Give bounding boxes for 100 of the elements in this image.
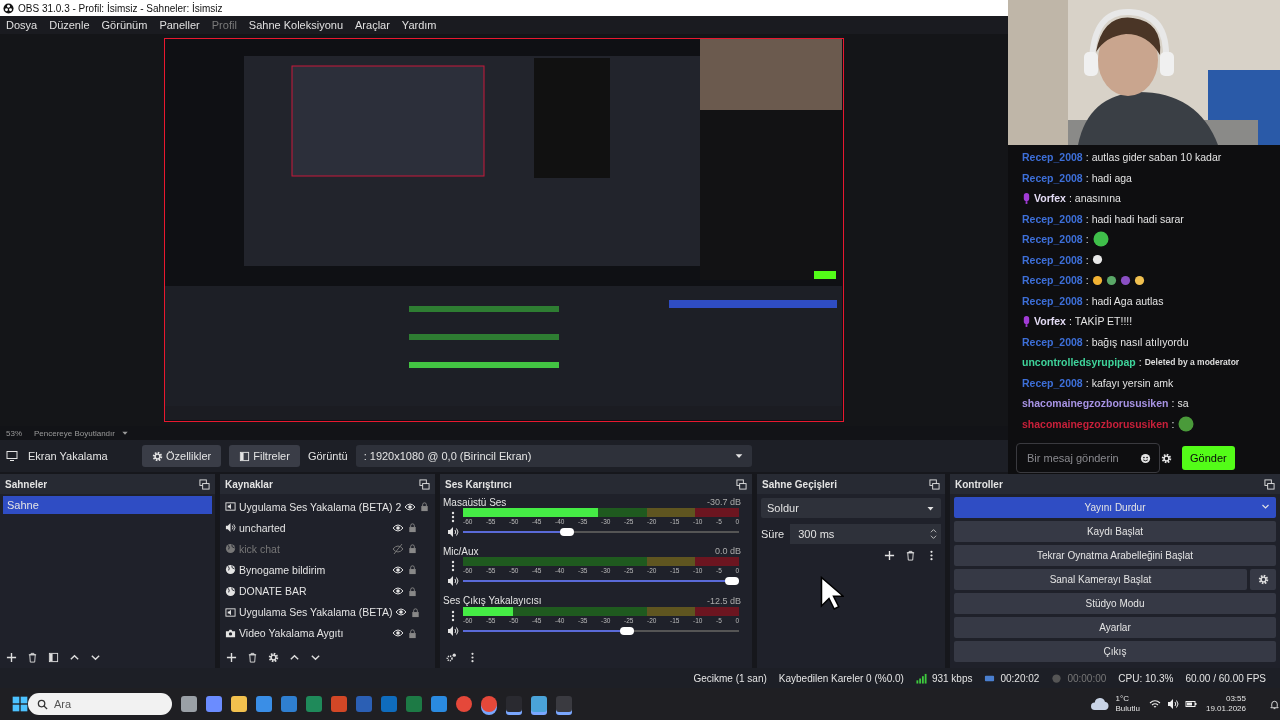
menu-item[interactable]: Yardım [395, 19, 443, 31]
camera-icon [225, 627, 236, 639]
lock-icon[interactable] [419, 501, 431, 513]
deleted-notice: Deleted by a moderator [1144, 357, 1240, 368]
undock-icon[interactable] [1264, 478, 1275, 490]
control-button[interactable]: Ayarlar [954, 617, 1276, 638]
slider-thumb[interactable] [620, 626, 635, 635]
chat-username[interactable]: Recep_2008 [1022, 376, 1083, 389]
menu-item[interactable]: Düzenle [43, 19, 96, 31]
trash-icon[interactable] [247, 651, 258, 663]
notification-icon[interactable] [1269, 698, 1280, 710]
volume-slider[interactable] [463, 625, 739, 636]
search-field[interactable]: Ara [28, 693, 172, 715]
transition-dropdown[interactable]: Soldur [761, 498, 941, 518]
record-icon [1051, 672, 1063, 684]
scale-mode-label[interactable]: Pencereye Boyutlandır [34, 428, 115, 438]
source-item[interactable]: Video Yakalama Aygıtı [239, 627, 389, 640]
add-icon[interactable] [6, 651, 17, 663]
spin-arrows-icon[interactable] [930, 528, 937, 540]
source-item[interactable]: DONATE BAR [239, 585, 389, 598]
battery-icon[interactable] [1184, 698, 1197, 710]
settings-button[interactable] [1250, 569, 1276, 590]
taskbar-app-icon[interactable] [481, 696, 497, 712]
chat-username[interactable]: Vorfex [1034, 192, 1066, 205]
control-button[interactable]: Kaydı Başlat [954, 521, 1276, 542]
eye-icon[interactable] [392, 521, 404, 534]
taskbar-app-icon[interactable] [456, 696, 472, 712]
source-item[interactable]: Uygulama Ses Yakalama (BETA) [239, 606, 393, 619]
slider-thumb[interactable] [559, 528, 574, 536]
menu-item[interactable]: Paneller [153, 19, 206, 31]
settings-icon[interactable] [1161, 452, 1172, 464]
source-item[interactable]: Bynogame bildirim [239, 564, 389, 576]
send-button[interactable]: Gönder [1182, 446, 1235, 470]
duration-field[interactable]: 300 ms [790, 524, 941, 544]
properties-button[interactable]: Özellikler [142, 445, 222, 467]
control-button[interactable]: Stüdyo Modu [954, 593, 1276, 614]
chat-username[interactable]: shacomainegzozborususiken [1022, 397, 1169, 410]
audio-settings-icon[interactable] [446, 651, 457, 663]
control-button[interactable]: Yayını Durdur [954, 497, 1276, 518]
chat-message: anasınına [1074, 192, 1121, 205]
gear-icon[interactable] [268, 651, 279, 663]
menu-item[interactable]: Sahne Koleksiyonu [242, 19, 349, 31]
undock-icon[interactable] [736, 478, 747, 490]
trash-icon[interactable] [27, 651, 38, 663]
message-field[interactable]: Bir mesaj gönderin [1016, 443, 1160, 473]
chat-username[interactable]: Recep_2008 [1022, 335, 1083, 348]
undock-icon[interactable] [199, 478, 210, 490]
speaker-icon[interactable] [1166, 698, 1179, 710]
source-item[interactable]: uncharted [239, 521, 389, 534]
control-button[interactable]: Çıkış [954, 641, 1276, 662]
colon: : [1085, 274, 1089, 287]
menu-item[interactable]: Dosya [0, 19, 44, 31]
chat-username[interactable]: Recep_2008 [1022, 212, 1083, 225]
chat-username[interactable]: Recep_2008 [1022, 253, 1083, 266]
add-icon[interactable] [226, 651, 237, 663]
filter-icon[interactable] [48, 651, 59, 663]
speaker-icon[interactable] [447, 624, 459, 637]
wifi-icon[interactable] [1148, 698, 1161, 710]
eye-icon[interactable] [392, 564, 404, 576]
caret-icon[interactable] [120, 429, 129, 437]
chat-username[interactable]: Vorfex [1034, 315, 1066, 328]
undock-icon[interactable] [419, 478, 430, 490]
chat-username[interactable]: Recep_2008 [1022, 233, 1083, 246]
start-icon[interactable] [12, 696, 28, 712]
duration-label: Süre [761, 528, 785, 540]
clock-time: 03:55 [1225, 694, 1246, 704]
chat-username[interactable]: uncontrolledsyrupipap [1022, 356, 1136, 369]
source-item[interactable]: kick chat [239, 542, 389, 555]
slider-thumb[interactable] [725, 577, 739, 586]
lock-icon[interactable] [407, 564, 418, 576]
filters-button[interactable]: Filtreler [229, 445, 300, 467]
lock-icon[interactable] [407, 522, 418, 534]
add-icon[interactable] [884, 550, 895, 561]
caret-icon [733, 451, 744, 461]
chat-username[interactable]: Recep_2008 [1022, 171, 1083, 184]
chat-username[interactable]: Recep_2008 [1022, 151, 1083, 164]
undock-icon[interactable] [929, 478, 940, 490]
speaker-icon[interactable] [447, 575, 459, 588]
volume-slider[interactable] [463, 576, 739, 587]
scene-item[interactable]: Sahne [3, 496, 212, 514]
lock-icon[interactable] [407, 627, 418, 639]
chat-username[interactable]: Recep_2008 [1022, 294, 1083, 307]
eye-icon[interactable] [404, 500, 417, 513]
trash-icon[interactable] [905, 550, 916, 561]
control-button[interactable]: Tekrar Oynatma Arabelleğini Başlat [954, 545, 1276, 566]
source-item[interactable]: Uygulama Ses Yakalama (BETA) 2 [239, 500, 402, 513]
status-text: Kaybedilen Kareler 0 (%0.0) [778, 672, 904, 684]
lock-icon[interactable] [407, 585, 418, 597]
chevron-icon[interactable] [1261, 502, 1270, 511]
menu-item[interactable]: Görünüm [95, 19, 154, 31]
lock-icon[interactable] [407, 543, 418, 555]
control-button[interactable]: Sanal Kamerayı Başlat [954, 569, 1247, 590]
colon: : [1068, 192, 1072, 205]
chat-username[interactable]: Recep_2008 [1022, 274, 1083, 287]
volume-slider[interactable] [463, 527, 739, 537]
speaker-icon[interactable] [447, 526, 459, 538]
display-dropdown[interactable]: : 1920x1080 @ 0,0 (Birincil Ekran) [355, 445, 752, 467]
eye-hidden-icon[interactable] [392, 542, 404, 555]
lock-icon[interactable] [410, 606, 422, 618]
menu-item[interactable]: Araçlar [349, 19, 396, 31]
